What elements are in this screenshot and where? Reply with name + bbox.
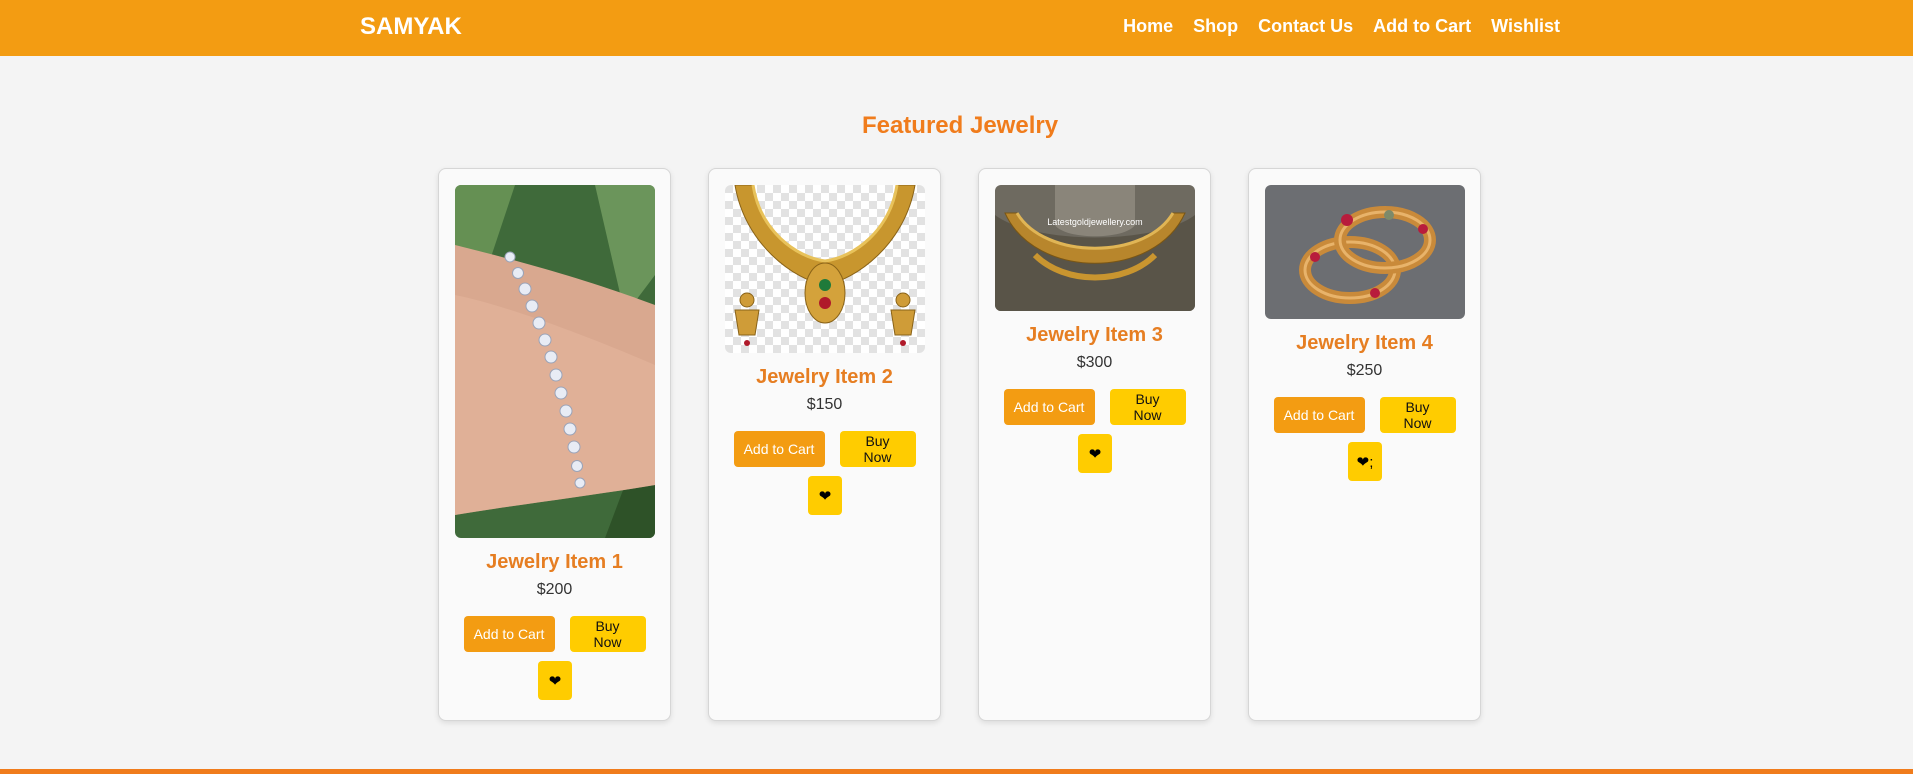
product-price: $250 (1346, 362, 1383, 379)
product-name[interactable]: Jewelry Item 1 (439, 551, 670, 574)
product-card: Jewelry Item 2 $150 Add to Cart Buy Now … (708, 168, 941, 721)
section-title: Featured Jewelry (861, 112, 1059, 139)
add-to-cart-button[interactable]: Add to Cart (733, 431, 825, 467)
wishlist-button[interactable]: ❤ (1078, 434, 1112, 473)
product-image-choker: Latestgoldjewellery.com (995, 185, 1195, 311)
buy-now-button[interactable]: Buy Now (1109, 389, 1186, 425)
brand-logo[interactable]: SAMYAK (360, 13, 462, 41)
image-watermark: Latestgoldjewellery.com (1047, 217, 1142, 227)
wishlist-button[interactable]: ❤ (808, 476, 842, 515)
product-image-necklace (725, 185, 925, 353)
nav-link-add-to-cart[interactable]: Add to Cart (1373, 16, 1471, 37)
product-price: $300 (1076, 354, 1113, 371)
product-actions: Add to Cart Buy Now (1249, 397, 1480, 433)
product-name[interactable]: Jewelry Item 3 (979, 324, 1210, 347)
product-actions: Add to Cart Buy Now (709, 431, 940, 467)
wishlist-button[interactable]: ❤ (538, 661, 572, 700)
heart-icon: ❤ (818, 487, 832, 505)
product-actions: Add to Cart Buy Now (439, 616, 670, 652)
footer-bar (0, 769, 1913, 774)
heart-icon: ❤ (1088, 445, 1102, 463)
product-actions: Add to Cart Buy Now (979, 389, 1210, 425)
product-card: Jewelry Item 1 $200 Add to Cart Buy Now … (438, 168, 671, 721)
add-to-cart-button[interactable]: Add to Cart (463, 616, 555, 652)
product-image-bracelet (455, 185, 655, 538)
add-to-cart-button[interactable]: Add to Cart (1273, 397, 1365, 433)
product-card: Latestgoldjewellery.com Jewelry Item 3 $… (978, 168, 1211, 721)
heart-icon: ❤; (1356, 453, 1374, 471)
heart-icon: ❤ (548, 672, 562, 690)
product-name[interactable]: Jewelry Item 4 (1249, 332, 1480, 355)
product-image-bangles (1265, 185, 1465, 319)
nav-link-wishlist[interactable]: Wishlist (1491, 16, 1560, 37)
nav-links: Home Shop Contact Us Add to Cart Wishlis… (1123, 16, 1560, 37)
buy-now-button[interactable]: Buy Now (839, 431, 916, 467)
nav-link-home[interactable]: Home (1123, 16, 1173, 37)
add-to-cart-button[interactable]: Add to Cart (1003, 389, 1095, 425)
nav-link-contact-us[interactable]: Contact Us (1258, 16, 1353, 37)
top-navbar: SAMYAK Home Shop Contact Us Add to Cart … (0, 0, 1913, 56)
nav-link-shop[interactable]: Shop (1193, 16, 1238, 37)
product-price: $150 (806, 396, 843, 413)
buy-now-button[interactable]: Buy Now (1379, 397, 1456, 433)
buy-now-button[interactable]: Buy Now (569, 616, 646, 652)
product-name[interactable]: Jewelry Item 2 (709, 366, 940, 389)
product-card: Jewelry Item 4 $250 Add to Cart Buy Now … (1248, 168, 1481, 721)
wishlist-button[interactable]: ❤; (1348, 442, 1382, 481)
product-price: $200 (536, 581, 573, 598)
